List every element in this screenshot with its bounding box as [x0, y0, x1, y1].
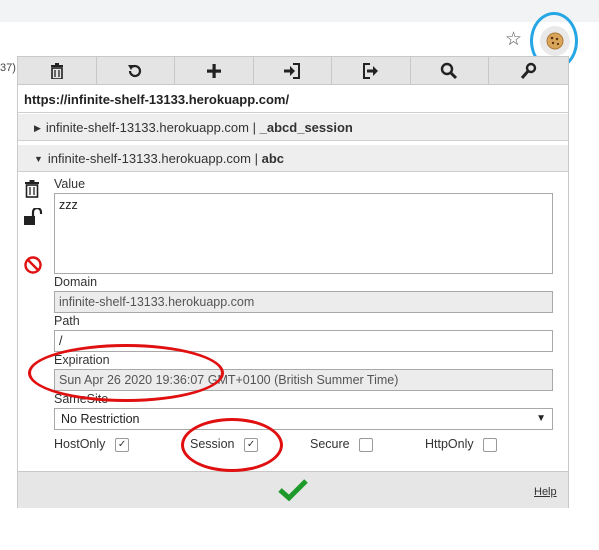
- add-cookie-button[interactable]: [175, 57, 254, 84]
- wrench-icon: [521, 62, 537, 79]
- cookie-domain: infinite-shelf-13133.herokuapp.com: [45, 120, 249, 135]
- save-button[interactable]: [277, 478, 309, 505]
- page-url: https://infinite-shelf-13133.herokuapp.c…: [18, 85, 568, 113]
- httponly-label: HttpOnly: [425, 437, 474, 451]
- cookie-separator: |: [252, 120, 257, 135]
- lock-cookie-button[interactable]: [23, 206, 43, 229]
- cookie-separator: |: [254, 151, 259, 166]
- httponly-option[interactable]: HttpOnly: [425, 436, 498, 452]
- popup-footer: Help: [18, 471, 568, 508]
- bookmark-star-icon[interactable]: ☆: [505, 30, 522, 50]
- delete-all-button[interactable]: [18, 57, 97, 84]
- hostonly-option[interactable]: HostOnly ✓: [54, 436, 130, 452]
- annotation-red-ellipse-session: [181, 418, 283, 472]
- block-cookie-button[interactable]: [24, 256, 42, 277]
- cookie-detail-panel: Value zzz Domain infinite-shelf-13133.he…: [18, 174, 568, 468]
- expand-arrow-icon: ▶: [34, 123, 41, 133]
- domain-field[interactable]: infinite-shelf-13133.herokuapp.com: [54, 291, 553, 313]
- import-icon: [284, 62, 301, 79]
- secure-label: Secure: [310, 437, 350, 451]
- collapse-arrow-icon: ▼: [34, 154, 43, 164]
- browser-tab-strip: [0, 0, 599, 23]
- chevron-down-icon: ▼: [536, 413, 546, 424]
- options-button[interactable]: [489, 57, 568, 84]
- export-button[interactable]: [332, 57, 411, 84]
- secure-option[interactable]: Secure: [310, 436, 374, 452]
- search-button[interactable]: [411, 57, 489, 84]
- hostonly-checkbox[interactable]: ✓: [115, 437, 130, 452]
- cookie-row-collapsed[interactable]: ▶ infinite-shelf-13133.herokuapp.com | _a…: [18, 114, 568, 141]
- hostonly-label: HostOnly: [54, 437, 106, 451]
- annotation-red-ellipse-expiration: [28, 344, 224, 402]
- refresh-icon: [128, 64, 142, 77]
- trash-icon: [50, 62, 63, 79]
- import-button[interactable]: [254, 57, 332, 84]
- path-label: Path: [54, 314, 80, 328]
- address-bar-fragment: 37): [0, 62, 16, 74]
- refresh-button[interactable]: [97, 57, 175, 84]
- export-icon: [362, 62, 378, 79]
- cookie-domain: infinite-shelf-13133.herokuapp.com: [47, 151, 251, 166]
- block-icon: [24, 256, 42, 274]
- cookie-row-expanded[interactable]: ▼ infinite-shelf-13133.herokuapp.com | ab…: [18, 145, 568, 172]
- search-icon: [441, 62, 458, 79]
- value-textarea[interactable]: zzz: [54, 193, 553, 274]
- plus-icon: [206, 63, 221, 78]
- cookie-name: abc: [261, 151, 285, 166]
- popup-toolbar: [18, 57, 568, 85]
- httponly-checkbox[interactable]: [483, 437, 498, 452]
- domain-label: Domain: [54, 275, 98, 289]
- trash-icon: [25, 180, 39, 198]
- cookie-editor-popup: https://infinite-shelf-13133.herokuapp.c…: [17, 56, 569, 508]
- secure-checkbox[interactable]: [359, 437, 374, 452]
- samesite-value: No Restriction: [61, 412, 140, 426]
- value-label: Value: [54, 177, 86, 191]
- unlock-icon: [24, 206, 43, 225]
- help-link[interactable]: Help: [534, 486, 557, 498]
- cookie-name: _abcd_session: [259, 120, 353, 135]
- delete-cookie-button[interactable]: [24, 180, 40, 201]
- checkmark-icon: [278, 479, 308, 502]
- samesite-select[interactable]: No Restriction ▼: [54, 408, 553, 430]
